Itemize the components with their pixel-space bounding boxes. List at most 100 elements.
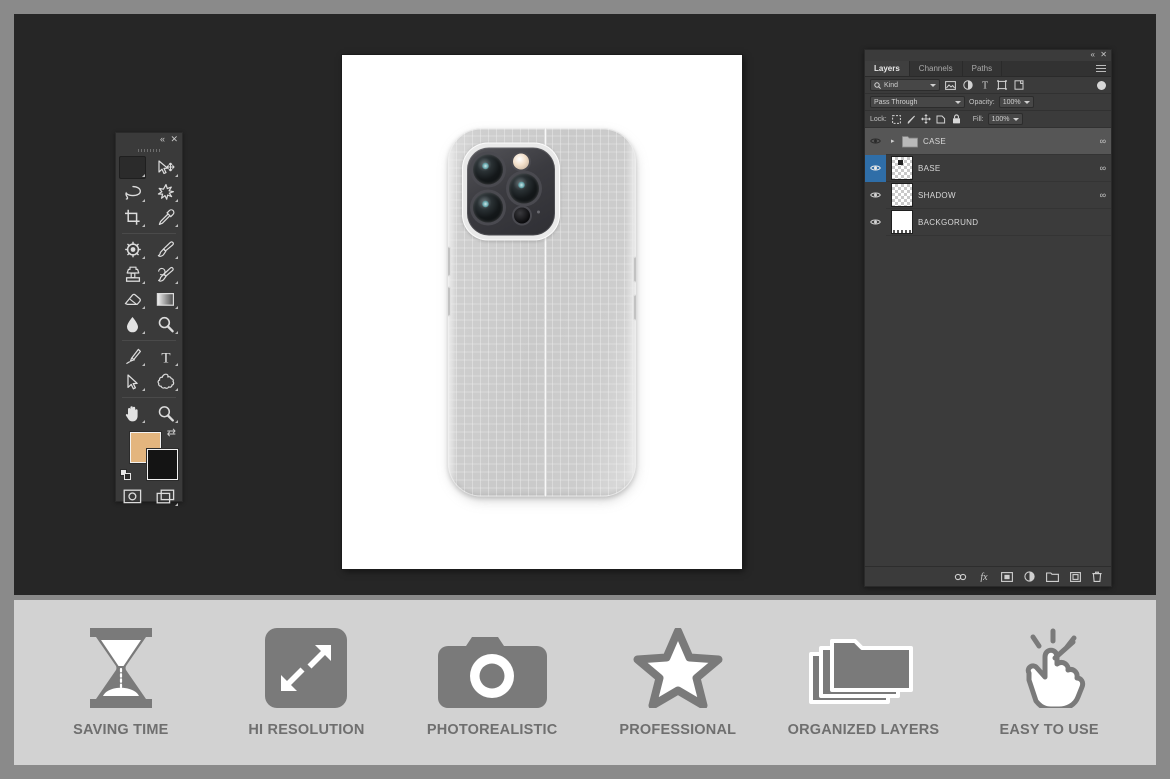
layers-list[interactable]: ▸ CASE ∞ BASE ∞ SHADOW ∞ BACKGORUND xyxy=(865,127,1111,236)
screen-mode-button[interactable] xyxy=(149,484,182,509)
chevron-down-icon[interactable] xyxy=(1023,100,1030,104)
color-swatches[interactable]: ⇄ xyxy=(116,426,182,484)
layer-thumbnail[interactable] xyxy=(891,156,913,180)
tool-rectangular-marquee[interactable] xyxy=(116,155,149,180)
link-icon[interactable]: ∞ xyxy=(1100,136,1107,146)
tools-panel-titlebar[interactable]: « ✕ xyxy=(116,133,182,146)
chevron-down-icon[interactable] xyxy=(955,100,961,104)
tool-clone-stamp[interactable] xyxy=(116,262,149,287)
document-canvas[interactable] xyxy=(342,55,742,569)
link-layers-button[interactable] xyxy=(954,573,967,581)
layer-visibility-toggle[interactable] xyxy=(865,154,886,182)
layers-panel[interactable]: « ✕ Layers Channels Paths Kind T Pass Th… xyxy=(864,49,1112,587)
blend-mode-row[interactable]: Pass Through Opacity: 100% xyxy=(865,94,1111,111)
lock-row[interactable]: Lock: Fill: 100% xyxy=(865,111,1111,128)
tool-group-arrow xyxy=(175,224,178,227)
lock-transparent-icon[interactable] xyxy=(891,114,902,125)
tools-panel[interactable]: « ✕ T ⇄ xyxy=(115,132,183,506)
swap-colors-icon[interactable]: ⇄ xyxy=(167,428,176,439)
lock-artboard-icon[interactable] xyxy=(936,114,947,125)
link-icon[interactable]: ∞ xyxy=(1100,190,1107,200)
tool-pen[interactable] xyxy=(116,344,149,369)
tool-move[interactable] xyxy=(149,155,182,180)
chevron-down-icon[interactable] xyxy=(1012,117,1019,121)
layer-visibility-toggle[interactable] xyxy=(865,127,886,155)
layer-visibility-toggle[interactable] xyxy=(865,208,886,236)
tool-group-arrow xyxy=(142,281,145,284)
tool-brush[interactable] xyxy=(149,237,182,262)
tool-blur[interactable] xyxy=(116,312,149,337)
type-filter-icon[interactable]: T xyxy=(978,79,991,91)
smart-object-filter-icon[interactable] xyxy=(1012,79,1025,91)
panel-close-icon[interactable]: ✕ xyxy=(1100,51,1107,59)
adjustment-layer-button[interactable] xyxy=(1024,571,1035,582)
tool-crop[interactable] xyxy=(116,205,149,230)
link-icon[interactable]: ∞ xyxy=(1100,163,1107,173)
quick-mask-button[interactable] xyxy=(116,484,149,509)
volume-down-button xyxy=(448,286,451,317)
tab-channels[interactable]: Channels xyxy=(909,61,963,76)
tool-eyedropper[interactable] xyxy=(149,205,182,230)
volume-up-button xyxy=(448,246,451,277)
layer-row-base[interactable]: BASE ∞ xyxy=(865,154,1111,182)
collapse-icon[interactable]: « xyxy=(160,135,165,144)
tool-magic-wand[interactable] xyxy=(149,180,182,205)
tool-hand[interactable] xyxy=(116,401,149,426)
lock-position-icon[interactable] xyxy=(921,114,932,125)
lock-all-icon[interactable] xyxy=(951,114,962,125)
camera-lens-ultrawide xyxy=(473,192,503,223)
layer-mask-button[interactable] xyxy=(1001,571,1013,582)
tool-dodge[interactable] xyxy=(149,312,182,337)
background-color-swatch[interactable] xyxy=(147,449,178,480)
pixel-filter-icon[interactable] xyxy=(944,79,957,91)
fill-field[interactable]: 100% xyxy=(987,113,1023,125)
camera-plate xyxy=(462,142,560,241)
layer-row-background[interactable]: BACKGORUND xyxy=(865,208,1111,236)
tool-gradient[interactable] xyxy=(149,287,182,312)
layer-thumbnail[interactable] xyxy=(891,183,913,207)
tool-history-brush[interactable] xyxy=(149,262,182,287)
new-group-button[interactable] xyxy=(1046,571,1059,582)
layer-filter-row[interactable]: Kind T xyxy=(865,77,1111,94)
tab-paths[interactable]: Paths xyxy=(962,61,1003,76)
tool-type[interactable]: T xyxy=(149,344,182,369)
layers-panel-toolbar[interactable]: fx xyxy=(865,566,1111,586)
layers-panel-titlebar[interactable]: « ✕ xyxy=(865,50,1111,61)
tools-panel-grip[interactable] xyxy=(116,146,182,155)
tool-lasso[interactable] xyxy=(116,180,149,205)
search-icon xyxy=(874,81,881,89)
chevron-down-icon[interactable] xyxy=(930,83,936,87)
feature-label: ORGANIZED LAYERS xyxy=(787,721,940,738)
tool-zoom[interactable] xyxy=(149,401,182,426)
blend-mode-select[interactable]: Pass Through xyxy=(870,96,965,108)
panel-menu-icon[interactable] xyxy=(1096,65,1106,74)
lock-image-icon[interactable] xyxy=(906,114,917,125)
tool-custom-shape[interactable] xyxy=(149,369,182,394)
layer-row-shadow[interactable]: SHADOW ∞ xyxy=(865,181,1111,209)
tool-spot-healing-brush[interactable] xyxy=(116,237,149,262)
default-colors-icon[interactable] xyxy=(120,469,131,480)
layer-thumbnail[interactable] xyxy=(891,210,913,234)
filter-kind-select[interactable]: Kind xyxy=(870,79,940,91)
group-expand-arrow[interactable]: ▸ xyxy=(891,137,897,145)
adjustment-filter-icon[interactable] xyxy=(961,79,974,91)
delete-layer-button[interactable] xyxy=(1092,571,1102,582)
close-icon[interactable]: ✕ xyxy=(170,135,178,144)
layer-row-case[interactable]: ▸ CASE ∞ xyxy=(865,127,1111,155)
filter-toggle-switch[interactable] xyxy=(1097,80,1106,90)
layers-panel-tabs[interactable]: Layers Channels Paths xyxy=(865,61,1111,77)
tool-group-arrow xyxy=(175,363,178,366)
layer-visibility-toggle[interactable] xyxy=(865,181,886,209)
tool-group-arrow xyxy=(175,388,178,391)
panel-collapse-icon[interactable]: « xyxy=(1091,51,1095,59)
shape-filter-icon[interactable] xyxy=(995,79,1008,91)
new-layer-button[interactable] xyxy=(1070,571,1081,582)
tool-group-arrow xyxy=(175,256,178,259)
layer-style-button[interactable]: fx xyxy=(978,571,990,582)
document-window[interactable] xyxy=(342,55,742,569)
opacity-field[interactable]: 100% xyxy=(998,96,1034,108)
tab-layers[interactable]: Layers xyxy=(865,61,910,76)
tool-path-selection[interactable] xyxy=(116,369,149,394)
tool-eraser[interactable] xyxy=(116,287,149,312)
svg-text:T: T xyxy=(981,81,987,90)
